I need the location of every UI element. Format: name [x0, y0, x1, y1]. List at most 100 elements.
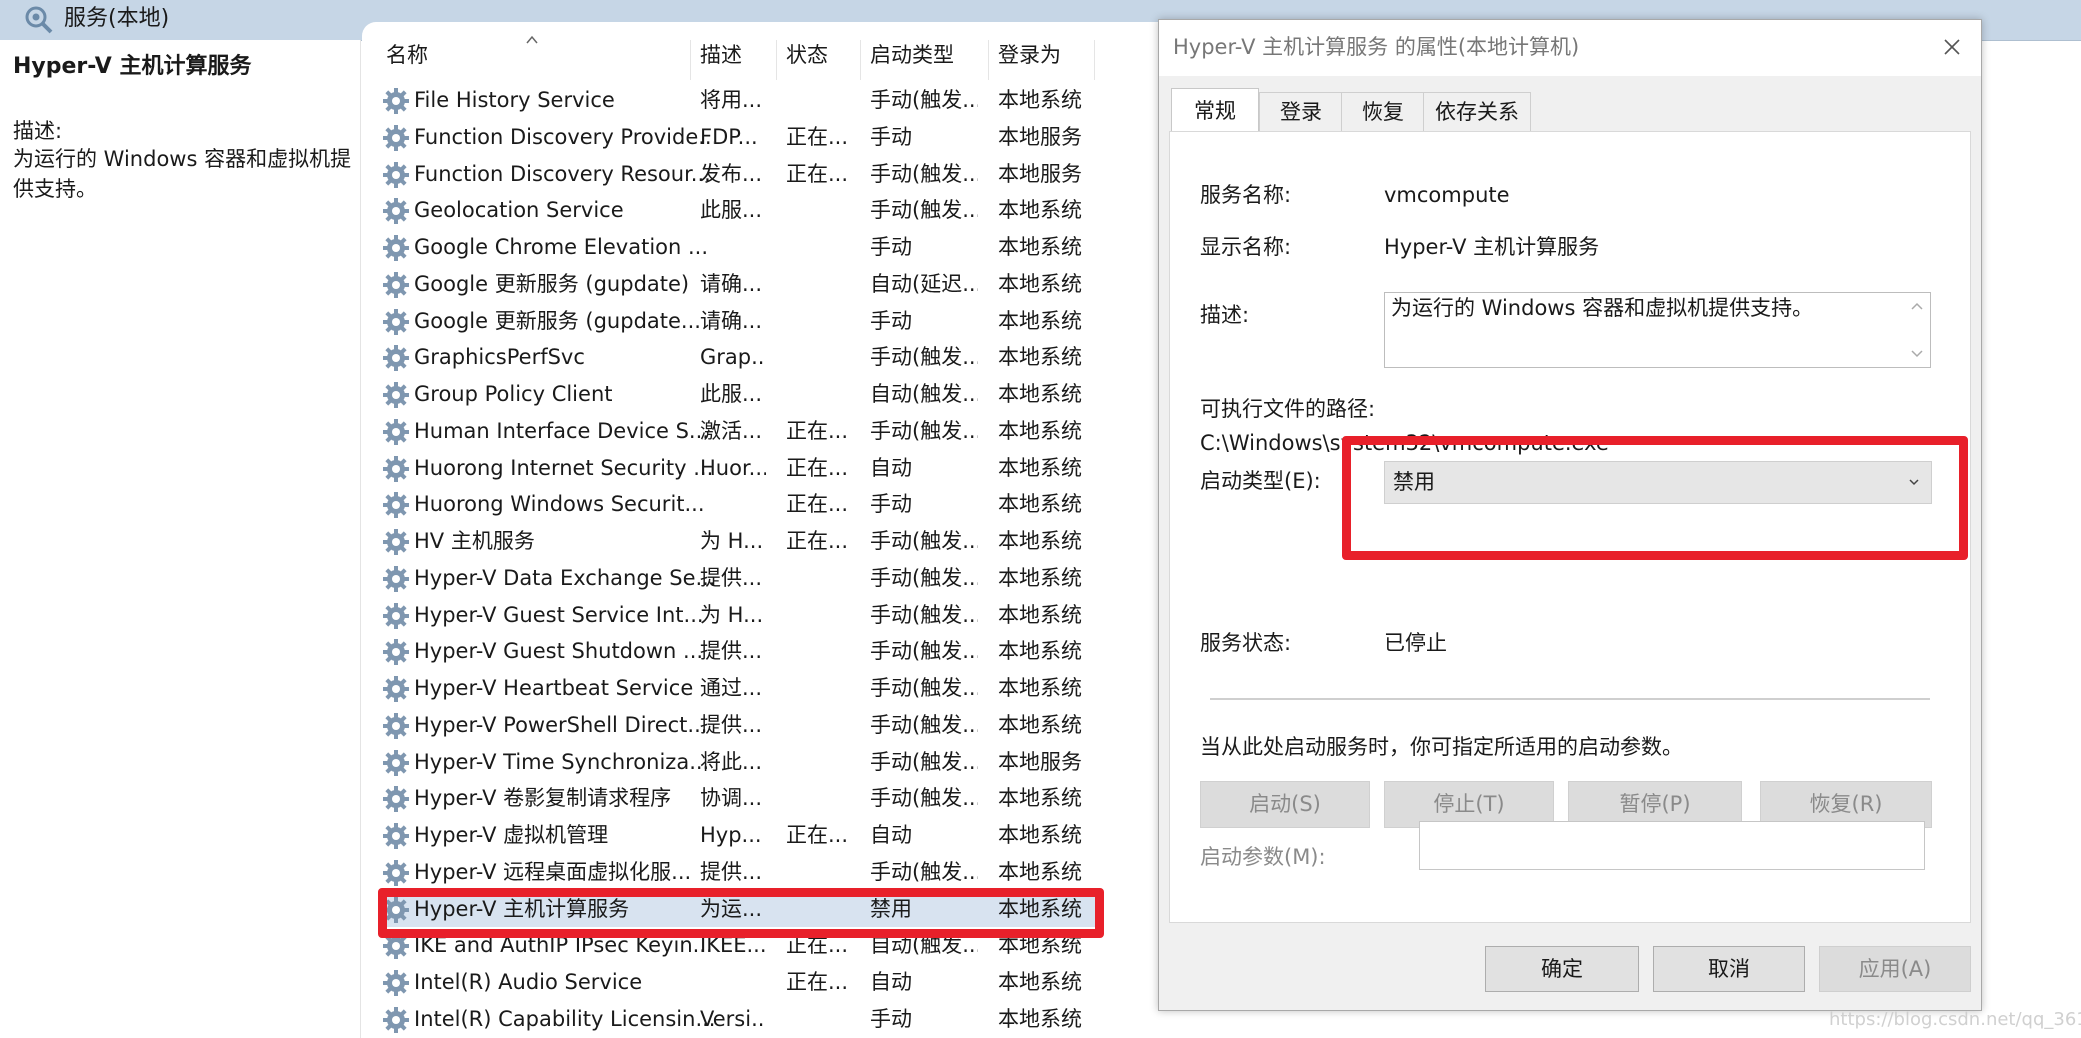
cell-name: Google Chrome Elevation ... — [414, 235, 709, 259]
column-header-startup-type[interactable]: 启动类型 — [870, 40, 954, 70]
tab-dependencies[interactable]: 依存关系 — [1423, 92, 1531, 131]
gear-icon — [383, 308, 409, 335]
column-divider[interactable] — [860, 40, 861, 80]
cell-startup: 手动(触发... — [870, 749, 978, 774]
table-row[interactable]: Hyper-V 虚拟机管理 Hyp... 正在... 自动 本地系统 — [378, 817, 1100, 853]
watermark: https://blog.csdn.net/qq_36191273 — [1829, 1009, 2081, 1030]
description-text: 为运行的 Windows 容器和虚拟机提供支持。 — [1391, 296, 1814, 320]
cell-status: 正在... — [786, 823, 849, 847]
apply-button[interactable]: 应用(A) — [1819, 946, 1971, 992]
gear-icon — [383, 88, 409, 114]
gear-icon — [383, 235, 409, 261]
cell-desc: 请确... — [700, 271, 763, 296]
table-row[interactable]: Group Policy Client 此服... 自动(触发... 本地系统 — [378, 376, 1100, 412]
cell-startup: 手动(触发... — [870, 198, 978, 223]
table-row[interactable]: Google 更新服务 (gupdate) 请确... 自动(延迟... 本地系统 — [378, 266, 1100, 302]
description-textbox[interactable]: 为运行的 Windows 容器和虚拟机提供支持。 — [1384, 292, 1931, 368]
cancel-button[interactable]: 取消 — [1653, 946, 1805, 992]
table-row[interactable]: Intel(R) Audio Service 正在... 自动 本地系统 — [378, 964, 1100, 1000]
tab-general[interactable]: 常规 — [1171, 88, 1259, 133]
gear-icon — [383, 712, 409, 739]
column-header-status[interactable]: 状态 — [786, 40, 828, 70]
startup-params-input[interactable] — [1419, 821, 1925, 870]
cell-name: Hyper-V Time Synchroniza... — [414, 749, 710, 774]
scroll-down-icon[interactable] — [1909, 347, 1925, 361]
display-name-label: 显示名称: — [1200, 235, 1292, 259]
column-header-logon-as[interactable]: 登录为 — [998, 40, 1061, 70]
table-row[interactable]: Hyper-V 远程桌面虚拟化服... 提供... 手动(触发... 本地系统 — [378, 854, 1100, 890]
scroll-up-icon[interactable] — [1909, 299, 1925, 313]
cell-desc: Huor... — [700, 455, 766, 480]
table-row[interactable]: Function Discovery Provide... FDP... 正在...… — [378, 119, 1100, 155]
cell-name: Hyper-V 虚拟机管理 — [414, 823, 609, 847]
table-row[interactable]: Hyper-V Time Synchroniza... 将此... 手动(触发...… — [378, 744, 1100, 780]
cell-desc: 发布... — [700, 161, 763, 186]
column-divider[interactable] — [988, 40, 989, 80]
cell-name: Google 更新服务 (gupdate... — [414, 308, 701, 333]
service-status-label: 服务状态: — [1200, 631, 1292, 655]
table-row[interactable]: Hyper-V Heartbeat Service 通过... 手动(触发... 本地… — [378, 670, 1100, 706]
table-row[interactable]: Hyper-V Guest Shutdown ... 提供... 手动(触发... 本… — [378, 633, 1100, 669]
tab-recovery[interactable]: 恢复 — [1341, 92, 1425, 131]
cell-desc: 为 H... — [700, 602, 764, 627]
cell-startup: 手动(触发... — [870, 712, 978, 737]
table-row[interactable]: GraphicsPerfSvc Grap... 手动(触发... 本地系统 — [378, 339, 1100, 375]
table-row[interactable]: File History Service 将用... 手动(触发... 本地系统 — [378, 82, 1100, 118]
cell-startup: 手动(触发... — [870, 418, 978, 443]
cell-startup: 手动 — [870, 308, 912, 333]
cell-status: 正在... — [786, 970, 849, 994]
cell-desc: 此服... — [700, 382, 763, 406]
cell-logon: 本地系统 — [998, 1006, 1082, 1031]
ok-button[interactable]: 确定 — [1485, 946, 1639, 992]
cell-logon: 本地系统 — [998, 88, 1082, 112]
gear-icon — [383, 676, 409, 702]
cell-startup: 手动 — [870, 492, 912, 517]
cell-name: Geolocation Service — [414, 198, 624, 223]
cell-logon: 本地服务 — [998, 161, 1082, 186]
table-row[interactable]: Google 更新服务 (gupdate... 请确... 手动 本地系统 — [378, 303, 1100, 339]
startup-type-label: 启动类型(E): — [1200, 469, 1321, 493]
table-row[interactable]: Hyper-V PowerShell Direct... 提供... 手动(触发..… — [378, 707, 1100, 743]
table-row[interactable]: Human Interface Device S... 激活... 正在... 手动(… — [378, 413, 1100, 449]
cell-name: File History Service — [414, 88, 615, 112]
cell-startup: 手动(触发... — [870, 529, 978, 553]
cell-name: Hyper-V Data Exchange Se... — [414, 565, 714, 590]
table-row[interactable]: Geolocation Service 此服... 手动(触发... 本地系统 — [378, 192, 1100, 228]
tab-logon[interactable]: 登录 — [1259, 92, 1343, 131]
table-row[interactable]: Hyper-V Data Exchange Se... 提供... 手动(触发...… — [378, 560, 1100, 596]
column-divider[interactable] — [1094, 40, 1095, 80]
cell-name: Group Policy Client — [414, 382, 613, 406]
cell-logon: 本地系统 — [998, 271, 1082, 296]
gear-icon — [383, 418, 409, 445]
service-name-value: vmcompute — [1384, 183, 1510, 207]
table-row[interactable]: Huorong Windows Securit... 正在... 手动 本地系统 — [378, 486, 1100, 522]
gear-icon — [383, 565, 409, 592]
table-row[interactable]: Hyper-V 卷影复制请求程序 协调... 手动(触发... 本地系统 — [378, 780, 1100, 816]
cell-startup: 手动(触发... — [870, 786, 978, 811]
cell-desc: 将用... — [700, 88, 763, 112]
cell-name: Hyper-V 卷影复制请求程序 — [414, 786, 672, 811]
table-row[interactable]: Intel(R) Capability Licensin... Versi... 手… — [378, 1001, 1100, 1037]
startup-params-hint: 当从此处启动服务时，你可指定所适用的启动参数。 — [1200, 735, 1683, 759]
cell-startup: 手动(触发... — [870, 161, 978, 186]
table-row[interactable]: Huorong Internet Security ... Huor... 正在..… — [378, 450, 1100, 486]
gear-icon — [383, 124, 409, 151]
cell-startup: 自动 — [870, 823, 912, 847]
column-header-name[interactable]: 名称 — [386, 40, 428, 70]
table-row[interactable]: Function Discovery Resour... 发布... 正在... 手动… — [378, 156, 1100, 192]
table-row[interactable]: Google Chrome Elevation ... 手动 本地系统 — [378, 229, 1100, 265]
cell-status: 正在... — [786, 124, 849, 149]
column-header-description[interactable]: 描述 — [700, 40, 742, 70]
start-button[interactable]: 启动(S) — [1200, 781, 1370, 828]
gear-icon — [383, 492, 409, 519]
table-row[interactable]: HV 主机服务 为 H... 正在... 手动(触发... 本地系统 — [378, 523, 1100, 559]
cell-logon: 本地服务 — [998, 749, 1082, 774]
column-divider[interactable] — [690, 40, 691, 80]
column-divider[interactable] — [776, 40, 777, 80]
cell-desc: 提供... — [700, 639, 763, 664]
dialog-title: Hyper-V 主机计算服务 的属性(本地计算机) — [1173, 35, 1580, 59]
cell-name: GraphicsPerfSvc — [414, 345, 585, 370]
gear-icon — [383, 382, 409, 408]
table-row[interactable]: Hyper-V Guest Service Int... 为 H... 手动(触发.… — [378, 597, 1100, 633]
close-icon[interactable] — [1939, 34, 1965, 60]
